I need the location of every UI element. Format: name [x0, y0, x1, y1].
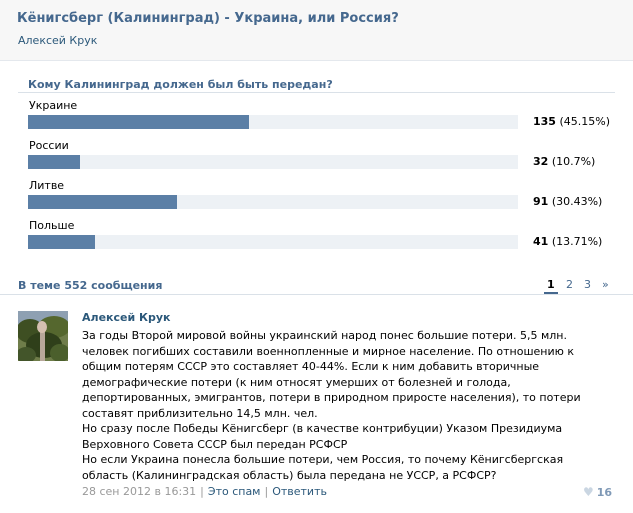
poll-option-label: Украине [29, 99, 78, 112]
topic-title: Кёнигсберг (Калининград) - Украина, или … [17, 11, 399, 26]
poll-option-count: 91 [533, 195, 549, 208]
poll-option-percent: (45.15%) [559, 115, 610, 128]
poll-option-bar [28, 155, 80, 169]
poll-option-count: 135 [533, 115, 556, 128]
message-count: В теме 552 сообщения [18, 279, 163, 292]
poll-option-bar [28, 115, 249, 129]
poll-option-label: России [29, 139, 69, 152]
post-footer: 28 сен 2012 в 16:31 | Это спам | Ответить [82, 485, 327, 498]
topic-header: Кёнигсберг (Калининград) - Украина, или … [0, 0, 633, 61]
post: Алексей Крук За годы Второй мировой войн… [0, 296, 633, 513]
poll-option-result: 135 (45.15%) [533, 115, 610, 128]
poll-option-track [28, 235, 518, 249]
next-page-link[interactable]: » [602, 278, 609, 291]
page-link-1[interactable]: 1 [544, 278, 558, 294]
post-paragraph: За годы Второй мировой войны украинский … [82, 329, 581, 420]
poll-question: Кому Калининград должен был быть передан… [28, 78, 333, 91]
topic-author-link[interactable]: Алексей Крук [18, 34, 97, 47]
poll-option-percent: (30.43%) [551, 195, 603, 208]
page-link-2[interactable]: 2 [566, 278, 573, 291]
poll-divider [18, 92, 615, 93]
poll-option-ukraine[interactable]: Украине 135 (45.15%) [18, 99, 615, 139]
post-paragraph: Но если Украина понесла большие потери, … [82, 453, 564, 482]
footer-separator: | [264, 485, 269, 498]
pagination-divider [0, 294, 633, 295]
poll-option-result: 41 (13.71%) [533, 235, 602, 248]
avatar[interactable] [18, 311, 68, 361]
footer-separator: | [200, 485, 204, 498]
poll-option-count: 32 [533, 155, 549, 168]
post-paragraph: Но сразу после Победы Кёнигсберг (в каче… [82, 422, 563, 451]
poll-option-track [28, 195, 518, 209]
poll-option-percent: (13.71%) [551, 235, 603, 248]
post-author-link[interactable]: Алексей Крук [82, 311, 171, 324]
page-link-3[interactable]: 3 [584, 278, 591, 291]
poll-option-track [28, 115, 518, 129]
post-text: За годы Второй мировой войны украинский … [82, 328, 602, 483]
spam-link[interactable]: Это спам [208, 485, 261, 498]
poll-option-bar [28, 235, 95, 249]
poll-option-result: 91 (30.43%) [533, 195, 602, 208]
poll-option-result: 32 (10.7%) [533, 155, 595, 168]
poll-option-label: Литве [29, 179, 65, 192]
poll-option-bar [28, 195, 177, 209]
poll-option-track [28, 155, 518, 169]
poll-option-poland[interactable]: Польше 41 (13.71%) [18, 219, 615, 259]
poll-option-lithuania[interactable]: Литве 91 (30.43%) [18, 179, 615, 219]
post-date[interactable]: 28 сен 2012 в 16:31 [82, 485, 196, 498]
poll-option-count: 41 [533, 235, 549, 248]
poll-option-percent: (10.7%) [551, 155, 596, 168]
like-count: 16 [596, 486, 613, 499]
poll-option-label: Польше [29, 219, 75, 232]
heart-icon: ♥ [583, 485, 594, 499]
like-button[interactable]: ♥ 16 [583, 485, 612, 499]
avatar-image [18, 311, 68, 361]
reply-link[interactable]: Ответить [272, 485, 327, 498]
poll-option-russia[interactable]: России 32 (10.7%) [18, 139, 615, 179]
